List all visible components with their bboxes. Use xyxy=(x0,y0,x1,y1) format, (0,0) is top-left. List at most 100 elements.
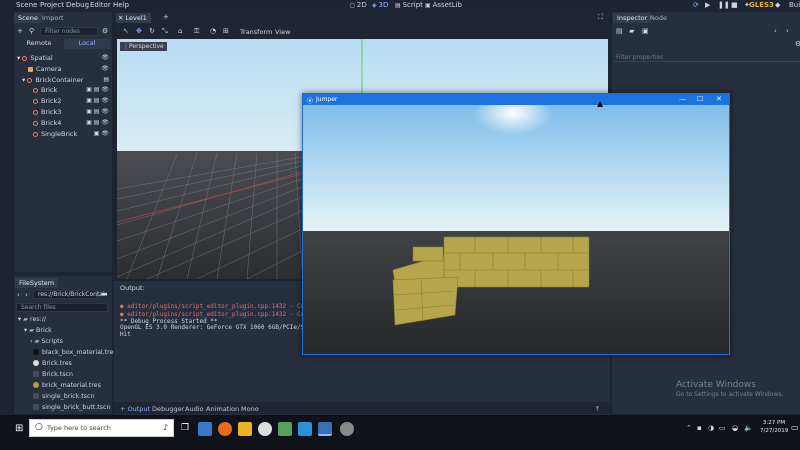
view-menu[interactable]: View xyxy=(275,28,290,36)
save-icon[interactable]: ▣ xyxy=(642,27,649,35)
tab-output[interactable]: + Output xyxy=(120,405,150,413)
transform-menu[interactable]: Transform xyxy=(240,28,272,36)
workspace-3d-button[interactable]: ◈ 3D xyxy=(372,1,388,9)
fs-item-black-box-material[interactable]: black_box_material.tres xyxy=(33,349,117,359)
search-files-input[interactable]: Search files xyxy=(16,303,108,312)
play-icon[interactable]: ⟳ xyxy=(693,1,699,9)
workspace-script-button[interactable]: ▤ Script xyxy=(395,1,423,9)
lock-icon[interactable]: ⚿ xyxy=(194,27,199,36)
fs-item-single-brick[interactable]: single_brick.tscn xyxy=(33,393,94,403)
notifications-icon[interactable]: ▭ xyxy=(791,423,799,432)
tree-item-brick[interactable]: Brick ▣ ▤ 👁 xyxy=(33,86,109,96)
fs-item-brick-material[interactable]: brick_material.tres xyxy=(33,382,101,392)
tab-node[interactable]: Node xyxy=(646,13,671,23)
renderer-label[interactable]: GLES3 xyxy=(749,1,774,9)
new-resource-icon[interactable]: ▤ xyxy=(616,27,623,35)
game-window-titlebar[interactable]: ⦿ Jumper — ☐ ✕ xyxy=(303,94,729,105)
snap-icon[interactable]: ⊞ xyxy=(223,27,229,35)
menu-editor[interactable]: Editor xyxy=(90,1,111,9)
add-node-icon[interactable]: + xyxy=(17,27,23,35)
history-back-icon[interactable]: ‹ xyxy=(774,27,777,35)
visibility-eye-icon[interactable]: 👁 xyxy=(101,65,109,72)
godot-taskbar-icon[interactable] xyxy=(318,422,332,436)
app-icon-green[interactable] xyxy=(278,422,292,436)
perspective-menu[interactable]: ⋮Perspective xyxy=(120,42,167,51)
fs-item-res[interactable]: ▾ ▰ res:// xyxy=(18,316,46,326)
fs-item-brick-tscn[interactable]: Brick.tscn xyxy=(33,371,73,381)
workspace-assetlib-button[interactable]: ▣ AssetLib xyxy=(425,1,462,9)
rotate-tool-icon[interactable]: ↻ xyxy=(149,27,155,35)
tray-up-arrow-icon[interactable]: ⌃ xyxy=(686,424,692,432)
visibility-eye-icon[interactable]: ▣ ▤ 👁 xyxy=(86,86,109,93)
app-icon-blue[interactable] xyxy=(298,422,312,436)
tray-icon[interactable]: ◑ xyxy=(708,424,714,432)
object-menu-icon[interactable]: ⚙ xyxy=(795,40,800,48)
pin-icon[interactable]: ⤒ xyxy=(596,405,599,414)
visibility-eye-icon[interactable]: ▣ ▤ 👁 xyxy=(86,119,109,126)
pause-icon[interactable]: ❚❚ xyxy=(718,1,730,9)
menu-help[interactable]: Help xyxy=(113,1,129,9)
tab-animation[interactable]: Animation xyxy=(206,405,239,413)
clock[interactable]: 3:27 PM 7/27/2019 xyxy=(760,419,788,435)
filter-nodes-input[interactable]: Filter nodes xyxy=(40,27,98,36)
fs-item-brick-folder[interactable]: ▾ ▰ Brick xyxy=(24,327,52,337)
taskbar-search-box[interactable]: ○ Type here to search ♪ xyxy=(29,419,174,437)
tab-debugger[interactable]: Debugger xyxy=(152,405,184,413)
tab-mono[interactable]: Mono xyxy=(241,405,259,413)
tab-audio[interactable]: Audio xyxy=(185,405,203,413)
split-mode-icon[interactable]: ▬ xyxy=(101,290,108,298)
task-view-icon[interactable]: ❐ xyxy=(181,423,189,433)
tree-item-brick4[interactable]: Brick4 ▣ ▤ 👁 xyxy=(33,119,109,129)
visibility-eye-icon[interactable]: ▣ 👁 xyxy=(94,130,109,137)
back-arrow-icon[interactable]: ‹ xyxy=(17,291,20,299)
file-explorer-icon[interactable] xyxy=(198,422,212,436)
game-window[interactable]: ⦿ Jumper — ☐ ✕ xyxy=(302,93,730,355)
maximize-button[interactable]: ☐ xyxy=(697,95,703,103)
local-button[interactable]: Local xyxy=(64,39,110,49)
minimize-button[interactable]: — xyxy=(679,95,686,103)
menu-project[interactable]: Project xyxy=(40,1,64,9)
fs-item-scripts[interactable]: › ▰ Scripts xyxy=(30,338,63,348)
filter-options-icon[interactable]: ⚙ xyxy=(102,27,108,35)
visibility-eye-icon[interactable]: ▣ ▤ 👁 xyxy=(86,108,109,115)
microphone-icon[interactable]: ♪ xyxy=(163,423,168,432)
add-tab-icon[interactable]: + xyxy=(163,13,169,21)
visibility-eye-icon[interactable]: 👁 xyxy=(101,54,109,61)
chrome-icon[interactable] xyxy=(258,422,272,436)
menu-debug[interactable]: Debug xyxy=(66,1,89,9)
tree-item-brick3[interactable]: Brick3 ▣ ▤ 👁 xyxy=(33,108,109,118)
tab-filesystem[interactable]: FileSystem xyxy=(15,278,59,288)
tray-app-icon[interactable]: ▪ xyxy=(697,424,702,432)
fs-item-brick-tres[interactable]: Brick.tres xyxy=(33,360,72,370)
select-tool-icon[interactable]: ↖ xyxy=(123,27,129,35)
menu-scene[interactable]: Scene xyxy=(16,1,37,9)
link-icon[interactable]: ⚲ xyxy=(29,27,34,35)
close-button[interactable]: ✕ xyxy=(716,95,722,103)
ruler-icon[interactable]: ⌂ xyxy=(178,27,182,35)
battery-icon[interactable]: ▭ xyxy=(719,424,726,432)
move-tool-icon[interactable]: ✥ xyxy=(136,27,142,35)
filter-properties-input[interactable]: Filter properties xyxy=(616,54,663,61)
tree-item-singlebrick[interactable]: SingleBrick ▣ 👁 xyxy=(33,130,109,140)
script-icon[interactable]: ▤ xyxy=(103,76,109,83)
load-resource-icon[interactable]: ▰ xyxy=(629,27,634,35)
tab-import[interactable]: Import xyxy=(38,13,68,23)
visibility-eye-icon[interactable]: ▣ ▤ 👁 xyxy=(86,97,109,104)
path-field[interactable]: res://Brick/BrickContai xyxy=(33,290,105,299)
local-space-icon[interactable]: ◔ xyxy=(210,27,216,35)
volume-icon[interactable]: 🔈 xyxy=(744,424,753,432)
history-forward-icon[interactable]: › xyxy=(786,27,789,35)
build-button[interactable]: Bui xyxy=(789,1,800,9)
close-icon[interactable]: ✕ xyxy=(118,14,126,22)
fullscreen-icon[interactable]: ⛶ xyxy=(598,13,603,22)
app-icon-gray[interactable] xyxy=(340,422,354,436)
tab-level1[interactable]: ✕ Level1 xyxy=(116,13,151,23)
stop-icon[interactable]: ■ xyxy=(731,1,738,9)
play-button-icon[interactable]: ▶ xyxy=(705,1,710,9)
folder-icon[interactable] xyxy=(238,422,252,436)
windows-start-icon[interactable]: ⊞ xyxy=(15,423,23,434)
tree-item-brickcontainer[interactable]: ▾ BrickContainer ▤ xyxy=(22,76,109,86)
fs-item-single-brick-butt[interactable]: single_brick_butt.tscn xyxy=(33,404,111,414)
tree-item-brick2[interactable]: Brick2 ▣ ▤ 👁 xyxy=(33,97,109,107)
firefox-icon[interactable] xyxy=(218,422,232,436)
